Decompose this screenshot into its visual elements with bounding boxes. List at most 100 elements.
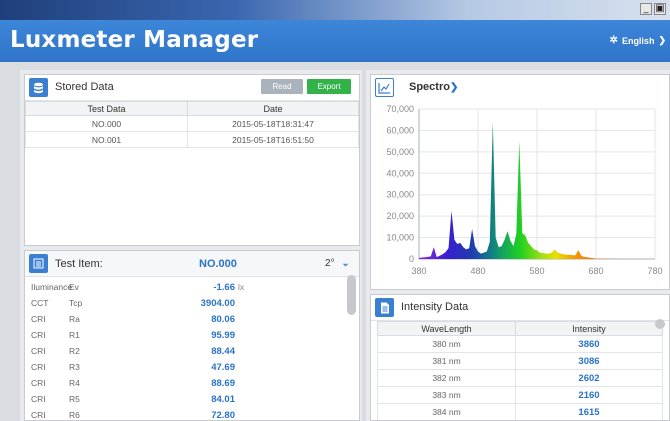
parameter-label: R3: [69, 362, 80, 372]
list-icon: [29, 254, 48, 273]
parameter-value: 72.80: [211, 409, 235, 421]
language-selector[interactable]: ✲ English ❯: [610, 35, 666, 46]
wavelength-cell: 381 nm: [377, 352, 516, 370]
intensity-cell: 2160: [515, 386, 663, 404]
chevron-down-icon: ⌄: [341, 258, 350, 269]
parameter-label: R1: [69, 330, 80, 340]
x-tick-label: 580: [529, 266, 544, 276]
angle-selector[interactable]: 2° ⌄: [325, 258, 350, 269]
export-button[interactable]: Export: [307, 79, 351, 94]
spectro-panel: Spectro❯ 0 10,000 20,000 30,000 40,000 50,000…: [370, 74, 670, 290]
intensity-panel: Intensity Data WaveLength Intensity 380 …: [370, 294, 670, 421]
test-item-row: CRI R6 72.80: [25, 407, 359, 421]
intensity-table: WaveLength Intensity 380 nm 3860 381 nm 308…: [377, 321, 663, 420]
table-row[interactable]: 382 nm 2602: [377, 369, 663, 387]
test-item-row: CRI R3 47.69: [25, 359, 359, 375]
test-item-id: NO.000: [199, 258, 237, 270]
parameter-label: R4: [69, 378, 80, 388]
test-item-row: CCT Tcp 3904.00: [25, 295, 359, 311]
intensity-header: Intensity Data: [371, 295, 669, 321]
chevron-down-icon: ❯: [658, 35, 666, 45]
parameter-value: 47.69: [211, 361, 235, 373]
table-row[interactable]: 381 nm 3086: [377, 352, 663, 370]
y-tick-label: 0: [409, 254, 414, 264]
measure-group-label: CRI: [31, 394, 46, 404]
column-header-wavelength: WaveLength: [377, 321, 516, 336]
y-tick-label: 70,000: [386, 104, 414, 114]
parameter-value: -1.66: [213, 281, 235, 293]
spectro-header: Spectro❯: [371, 75, 669, 101]
stored-data-header: Stored Data Read Export: [25, 75, 359, 101]
measure-group-label: CRI: [31, 330, 46, 340]
table-row[interactable]: NO.000 2015-05-18T18:31:47: [25, 115, 359, 132]
y-tick-label: 30,000: [386, 190, 414, 200]
scrollbar-thumb[interactable]: [347, 275, 356, 315]
column-header-date: Date: [187, 101, 359, 116]
parameter-label: R6: [69, 410, 80, 420]
app-title: Luxmeter Manager: [10, 27, 259, 53]
stored-data-panel: Stored Data Read Export Test Data Date N…: [24, 74, 360, 246]
table-row[interactable]: 380 nm 3860: [377, 335, 663, 353]
parameter-value: 88.69: [211, 377, 235, 389]
test-data-cell: NO.000: [25, 115, 188, 132]
minimize-button[interactable]: _: [640, 3, 652, 15]
scrollbar-thumb[interactable]: [655, 319, 665, 329]
window-titlebar: _ ▣: [0, 0, 670, 20]
y-tick-label: 20,000: [386, 211, 414, 221]
chevron-down-icon: ❯: [449, 82, 459, 93]
test-item-row: Iluminance Ev -1.66 lx: [25, 279, 359, 295]
spectro-title: Spectro: [409, 81, 450, 93]
parameter-label: Tcp: [69, 298, 83, 308]
stored-data-title: Stored Data: [55, 81, 114, 93]
spectro-chart: 0 10,000 20,000 30,000 40,000 50,000 60,000 70,…: [386, 104, 662, 276]
restore-button[interactable]: ▣: [654, 3, 666, 15]
parameter-label: Ev: [69, 282, 79, 292]
test-item-title: Test Item:: [55, 258, 103, 270]
y-tick-label: 40,000: [386, 168, 414, 178]
test-item-row: CRI R5 84.01: [25, 391, 359, 407]
test-item-header: Test Item: NO.000 2° ⌄: [25, 251, 359, 277]
test-item-row: CRI R2 88.44: [25, 343, 359, 359]
test-item-list: Iluminance Ev -1.66 lx CCT Tcp 3904.00 CRI Ra 80.…: [25, 277, 359, 421]
column-header-test-data: Test Data: [25, 101, 188, 116]
parameter-label: Ra: [69, 314, 80, 324]
column-header-intensity: Intensity: [515, 321, 663, 336]
test-item-row: CRI R4 88.69: [25, 375, 359, 391]
measure-group-label: CCT: [31, 298, 49, 308]
measure-group-label: CRI: [31, 378, 46, 388]
intensity-cell: 3860: [515, 335, 663, 353]
x-tick-label: 680: [588, 266, 603, 276]
intensity-cell: 1615: [515, 403, 663, 420]
test-item-row: CRI R1 95.99: [25, 327, 359, 343]
table-row[interactable]: NO.001 2015-05-18T16:51:50: [25, 131, 359, 148]
date-cell: 2015-05-18T16:51:50: [187, 131, 359, 148]
table-row[interactable]: 384 nm 1615: [377, 403, 663, 420]
language-label: English: [621, 35, 655, 46]
angle-value: 2°: [325, 258, 335, 269]
app-header: Luxmeter Manager ✲ English ❯: [0, 20, 670, 62]
database-icon: [29, 78, 48, 97]
wavelength-cell: 380 nm: [377, 335, 516, 353]
spectro-selector[interactable]: Spectro❯: [409, 81, 458, 93]
intensity-cell: 2602: [515, 369, 663, 387]
measure-group-label: CRI: [31, 314, 46, 324]
test-item-row: CRI Ra 80.06: [25, 311, 359, 327]
parameter-value: 84.01: [211, 393, 235, 405]
wavelength-cell: 383 nm: [377, 386, 516, 404]
wavelength-cell: 382 nm: [377, 369, 516, 387]
x-tick-label: 780: [647, 266, 662, 276]
parameter-value: 88.44: [211, 345, 235, 357]
measure-group-label: CRI: [31, 346, 46, 356]
x-tick-label: 480: [470, 266, 485, 276]
measure-group-label: Iluminance: [31, 282, 73, 292]
parameter-value: 3904.00: [200, 297, 235, 309]
stored-data-table: Test Data Date NO.000 2015-05-18T18:31:4…: [25, 101, 359, 148]
measure-group-label: CRI: [31, 410, 46, 420]
read-button[interactable]: Read: [261, 79, 303, 94]
chart-icon: [375, 78, 394, 97]
table-row[interactable]: 383 nm 2160: [377, 386, 663, 404]
intensity-title: Intensity Data: [401, 301, 469, 313]
y-tick-label: 60,000: [386, 125, 414, 135]
parameter-value: 95.99: [211, 329, 235, 341]
gear-icon: ✲: [609, 35, 618, 46]
